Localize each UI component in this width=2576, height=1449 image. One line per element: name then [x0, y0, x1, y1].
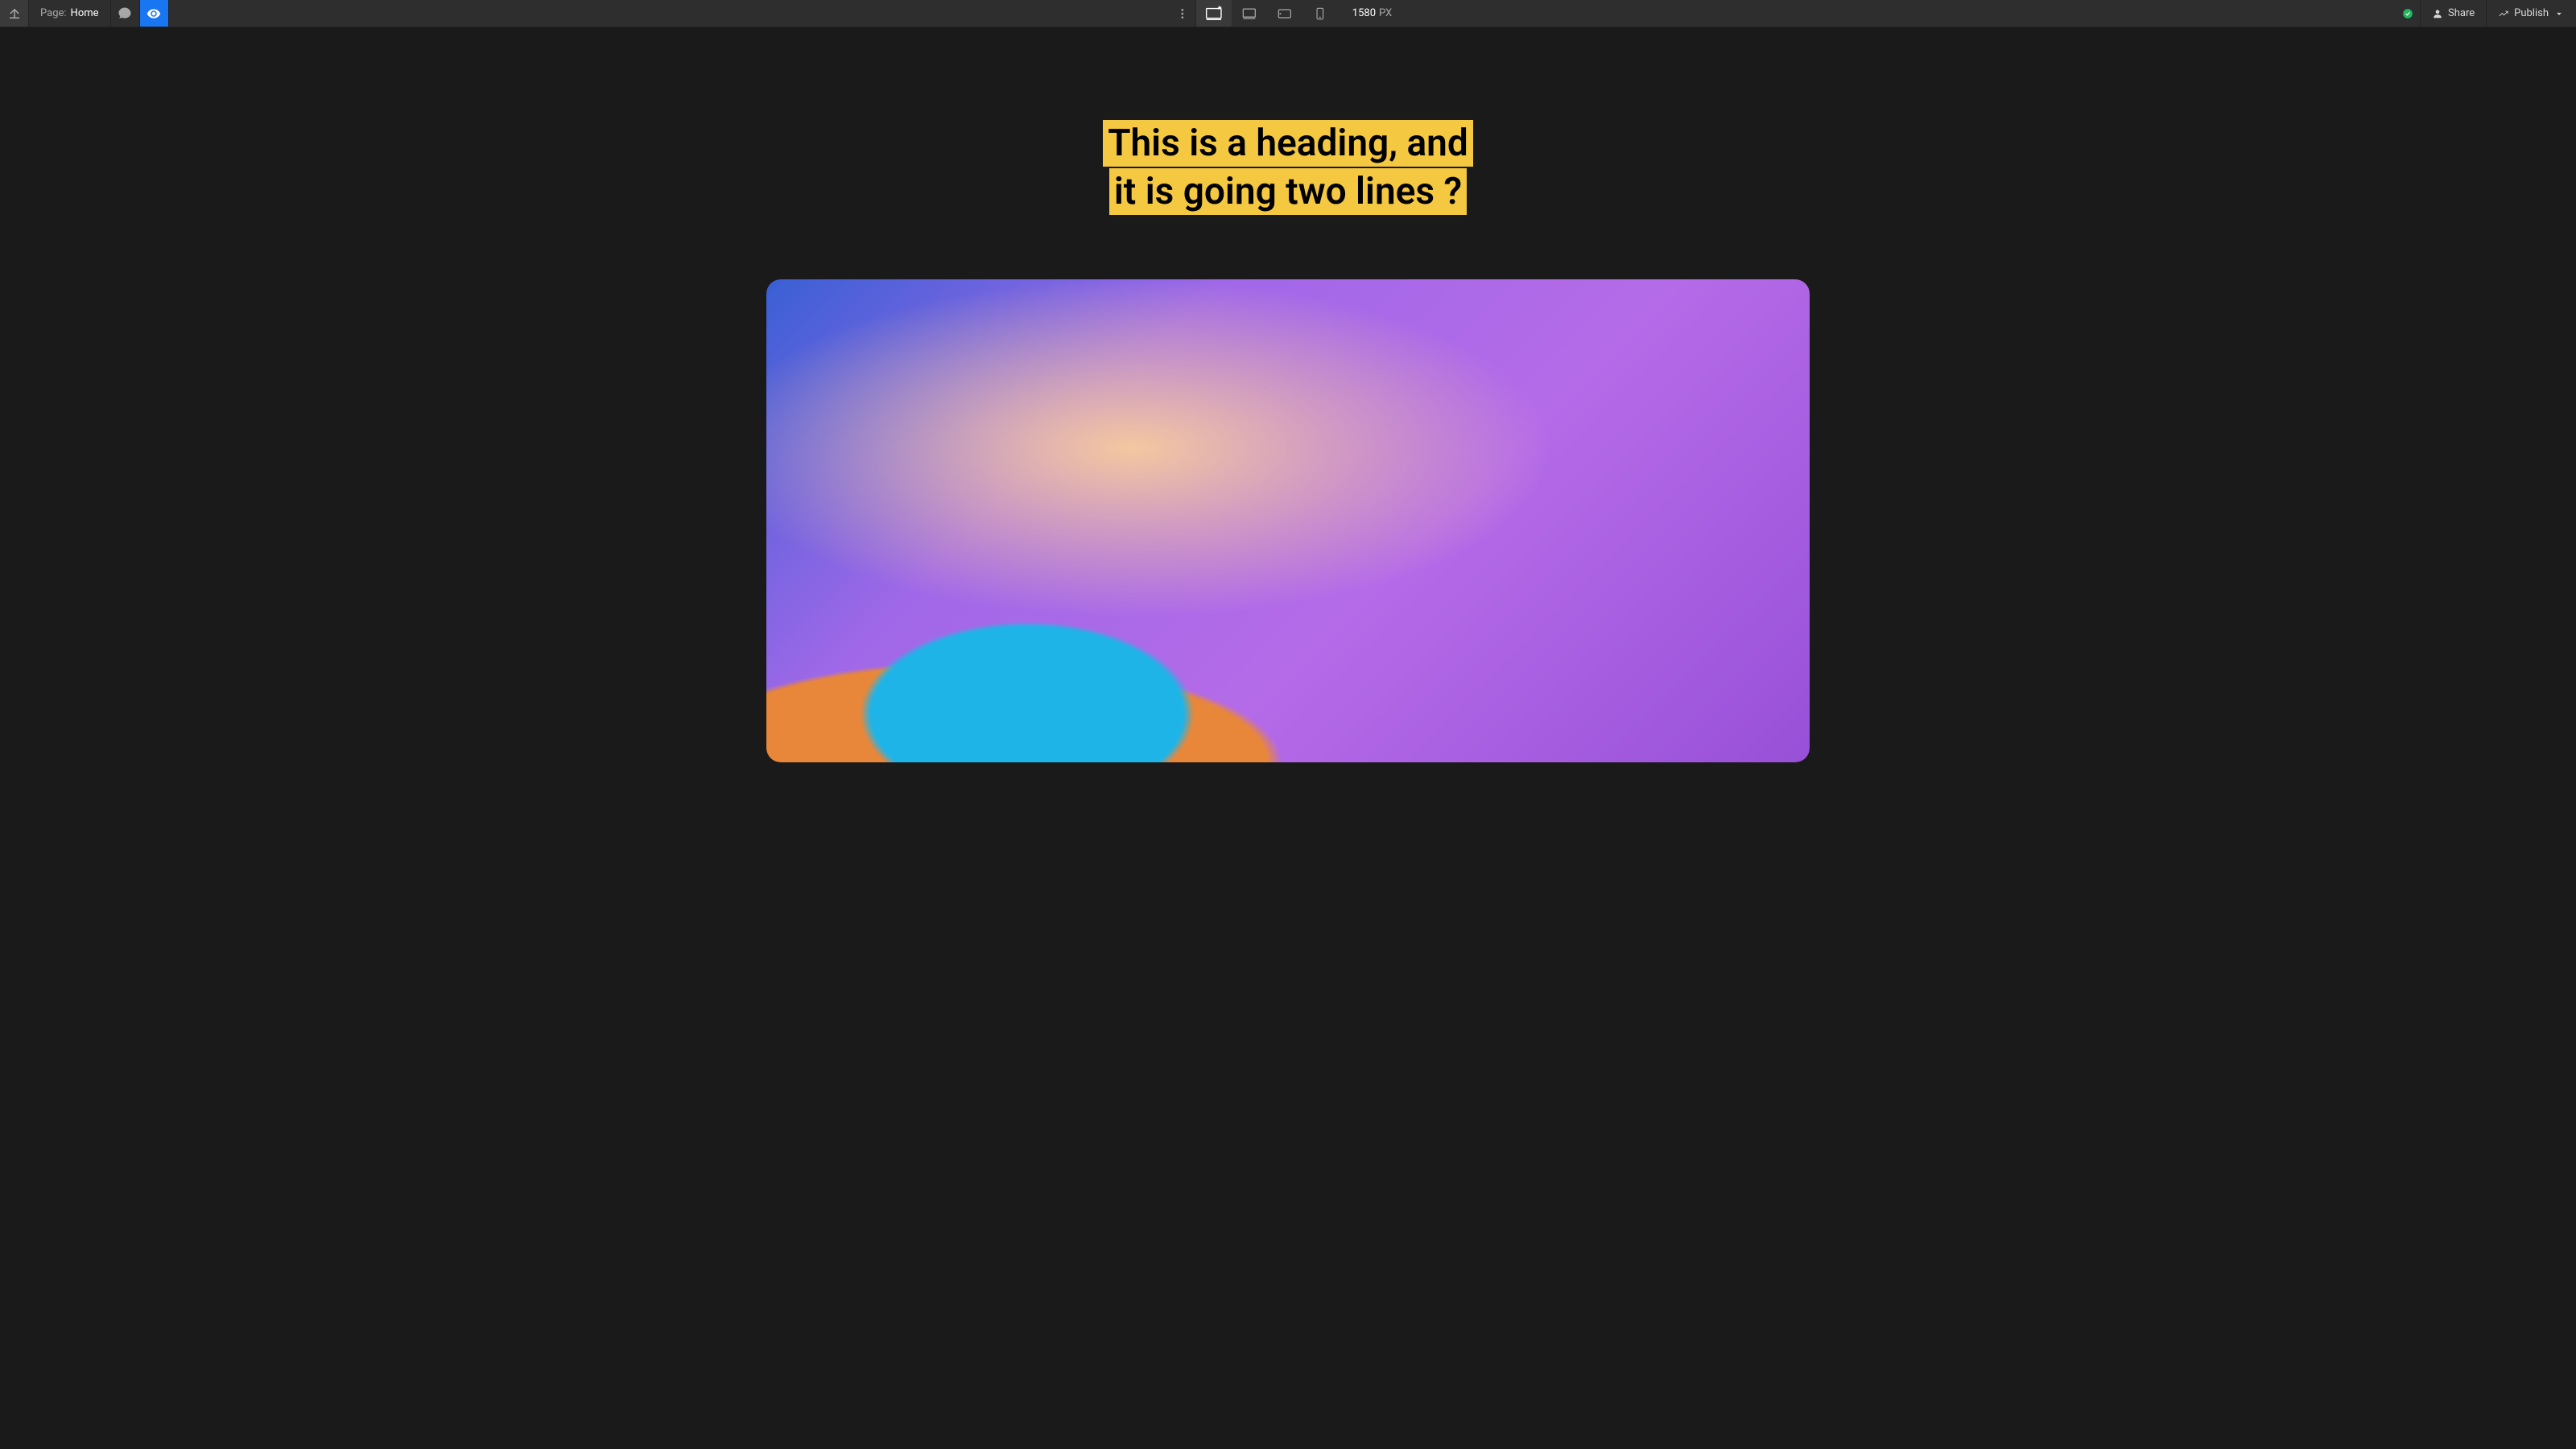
toolbar-right-group: Share Publish [2395, 0, 2576, 27]
eye-icon [147, 6, 161, 21]
share-label: Share [2448, 7, 2475, 19]
viewport-width-value: 1580 [1352, 7, 1376, 19]
desktop-button[interactable] [1232, 0, 1267, 27]
toolbar-left-group: Page: Home [0, 0, 169, 27]
comments-button[interactable] [111, 0, 140, 27]
status-indicator[interactable] [2395, 0, 2421, 27]
heading-block[interactable]: This is a heading, and it is going two l… [1103, 120, 1473, 217]
top-toolbar: Page: Home [0, 0, 2576, 27]
comment-icon [118, 6, 132, 21]
canvas-viewport[interactable]: This is a heading, and it is going two l… [0, 27, 2576, 1449]
more-vertical-icon [1176, 7, 1189, 20]
toolbar-center-group: 1580 PX [1170, 0, 1406, 27]
mobile-button[interactable] [1302, 0, 1338, 27]
upload-icon [7, 6, 22, 21]
mobile-icon [1313, 6, 1327, 21]
person-icon [2432, 8, 2443, 19]
page-canvas[interactable]: This is a heading, and it is going two l… [652, 27, 1924, 1449]
share-button[interactable]: Share [2421, 0, 2487, 27]
hero-image[interactable] [766, 279, 1810, 762]
publish-button[interactable]: Publish [2487, 0, 2576, 27]
desktop-star-icon [1205, 5, 1223, 23]
heading-line-1: This is a heading, and [1103, 120, 1473, 167]
desktop-large-button[interactable] [1196, 0, 1232, 27]
desktop-icon [1241, 6, 1257, 22]
page-value: Home [71, 7, 99, 19]
device-breakpoint-group [1195, 0, 1338, 27]
tablet-icon [1277, 6, 1293, 22]
chevron-down-icon [2553, 8, 2565, 19]
checkmark-circle-icon [2402, 8, 2413, 19]
page-label: Page: [40, 7, 67, 19]
viewport-width-unit: PX [1379, 7, 1392, 19]
publish-icon [2498, 8, 2509, 19]
more-options-button[interactable] [1170, 0, 1195, 27]
heading-line-2: it is going two lines ? [1109, 168, 1467, 215]
preview-button[interactable] [140, 0, 169, 27]
viewport-size-display[interactable]: 1580 PX [1338, 0, 1406, 27]
publish-label: Publish [2514, 7, 2549, 19]
upload-button[interactable] [0, 0, 29, 27]
tablet-button[interactable] [1267, 0, 1302, 27]
page-selector[interactable]: Page: Home [29, 0, 111, 27]
